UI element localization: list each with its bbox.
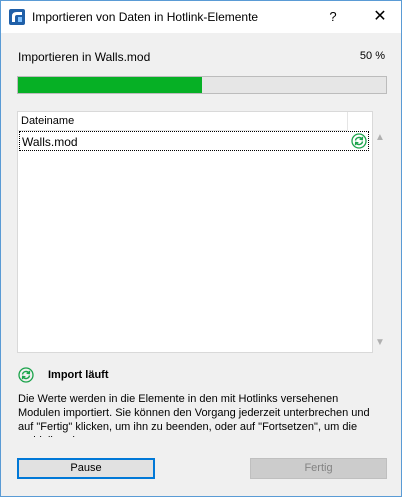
finish-button[interactable]: Fertig [250,458,387,479]
sync-icon [351,133,367,149]
column-divider [347,112,348,130]
file-list: Dateiname Walls.mod ▲ ▼ [17,111,385,353]
help-button[interactable]: ? [321,5,345,29]
close-button[interactable]: ✕ [366,5,394,29]
app-icon [9,9,25,25]
list-header: Dateiname [18,112,348,131]
progress-bar [17,76,387,94]
file-name: Walls.mod [22,135,78,149]
title-bar: Importieren von Daten in Hotlink-Element… [1,1,401,33]
window-title: Importieren von Daten in Hotlink-Element… [32,10,259,24]
progress-bar-fill [18,77,202,93]
import-dialog: Importieren von Daten in Hotlink-Element… [0,0,402,497]
sync-icon [18,367,34,383]
progress-label: Importieren in Walls.mod [18,50,151,64]
scroll-up-arrow-icon[interactable]: ▲ [373,131,387,145]
status-description: Die Werte werden in die Elemente in den … [18,393,370,437]
progress-percent: 50 % [359,50,385,62]
scroll-down-arrow-icon[interactable]: ▼ [373,336,387,350]
status-label: Import läuft [48,369,109,381]
list-item[interactable]: Walls.mod [19,131,369,151]
pause-button[interactable]: Pause [17,458,155,479]
column-header-filename[interactable]: Dateiname [21,115,74,127]
